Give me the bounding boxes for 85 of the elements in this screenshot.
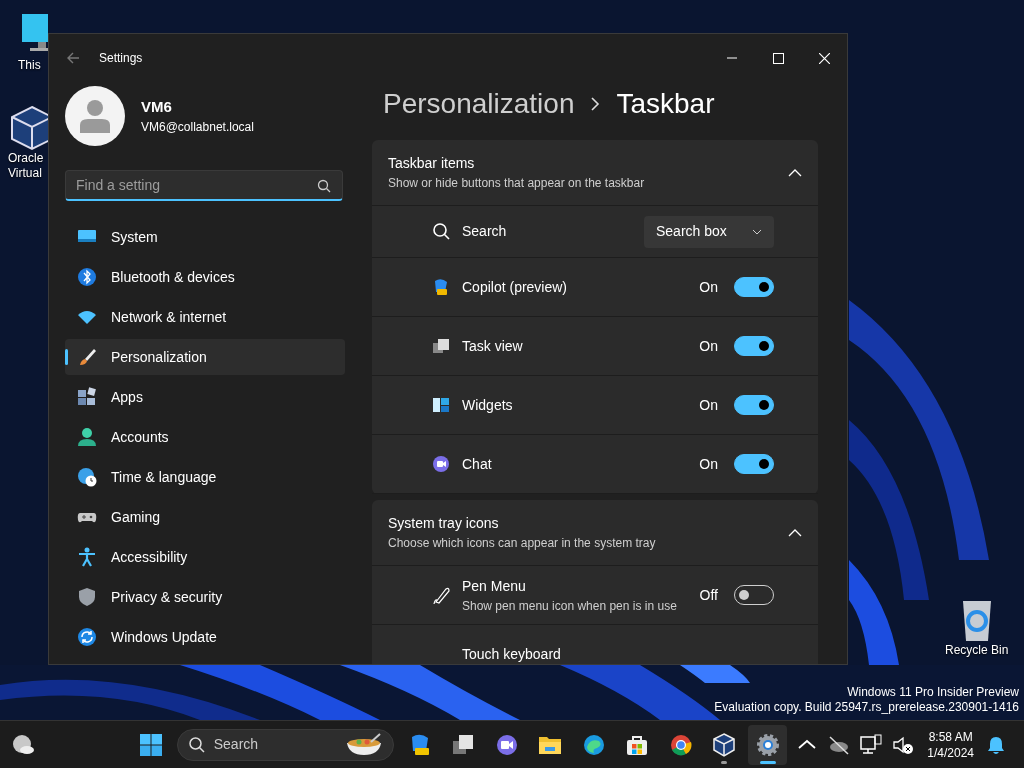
chat-icon [432,454,452,475]
page-title: Taskbar [616,87,715,121]
browser-icon [581,732,606,757]
toggle-state-text: Off [699,585,718,605]
clock[interactable]: 8:58 AM 1/4/2024 [927,728,975,761]
setting-label: Copilot (preview) [462,277,569,297]
user-email: VM6@collabnet.local [141,119,254,137]
clock-time: 8:58 AM [927,728,974,745]
clock-date: 1/4/2024 [927,744,975,761]
windows-logo-icon [139,732,163,757]
globe-clock-icon [77,467,97,487]
toggle-switch[interactable] [734,336,774,356]
bowl-icon [345,732,384,757]
network-icon[interactable] [859,732,884,757]
dropdown[interactable]: Search box [644,215,774,248]
setting-label: Task view [462,336,524,356]
nav-item[interactable]: Personalization [65,339,345,375]
back-icon[interactable] [65,50,81,66]
close-icon [818,52,830,64]
cube-icon [712,732,737,757]
bell-icon[interactable] [986,734,1007,755]
avatar [65,86,125,146]
caret-icon [752,227,762,236]
watermark-text: Evaluation copy. Build 25947.rs_prerelease.230901-1416 [714,700,1019,715]
nav-item[interactable]: Bluetooth & devices [65,259,345,295]
shield-icon [77,587,97,607]
breadcrumb-link[interactable]: Personalization [383,83,575,125]
nav-item[interactable]: Apps [65,379,345,415]
taskbar-app-button[interactable] [747,724,788,765]
collapse-chevron-icon[interactable] [788,527,802,538]
icon-label: Oracle [8,151,44,166]
bluetooth-icon [77,267,97,287]
task-view-icon [451,732,476,757]
toggle-switch[interactable] [734,454,774,474]
minimize-icon [727,57,737,59]
person-icon [77,427,97,447]
nav-item[interactable]: Privacy & security [65,579,345,615]
nav-item[interactable]: System [65,219,345,255]
setting-description: Show pen menu icon when pen is in use [462,597,678,615]
section-subtitle: Choose which icons can appear in the system tray [388,535,657,552]
setting-label: Pen Menu [462,576,527,596]
icon-label: Virtual [8,166,42,181]
cube-icon[interactable] [8,105,48,151]
nav-item[interactable]: Gaming [65,499,345,535]
toggle-state-text: On [699,454,718,474]
section-title: System tray icons [388,514,500,533]
search-icon [187,735,206,754]
toggle-state-text: On [699,336,718,356]
settings-search-field[interactable]: Find a setting [65,170,343,201]
running-indicator [759,760,776,764]
watermark-text: Windows 11 Pro Insider Preview [846,685,1019,700]
sync-icon [77,627,97,647]
taskbar-search-box[interactable]: Search [176,728,395,761]
gear-icon [755,732,780,757]
search-icon [317,179,331,193]
nav-item[interactable]: Time & language [65,459,345,495]
section-title: Taskbar items [388,154,476,173]
accessibility-icon [77,547,97,567]
nav-item[interactable]: Network & internet [65,299,345,335]
user-name: VM6 [141,96,173,117]
moon-cloud-icon [10,732,35,757]
nav-item[interactable]: Accessibility [65,539,345,575]
pen-icon [432,585,452,606]
grid-icon [77,387,97,407]
setting-label: Touch keyboard [462,644,562,664]
chat-icon [494,732,519,757]
setting-label: Chat [462,454,493,474]
toggle-state-text: On [699,277,718,297]
toggle-switch[interactable] [734,395,774,415]
toggle-switch[interactable] [734,277,774,297]
nav-item[interactable]: Windows Update [65,619,345,655]
chevron-icon [590,97,601,111]
setting-label: Search [462,222,508,241]
section-subtitle: Show or hide buttons that appear on the taskbar [388,175,646,192]
window-title: Settings [99,50,143,67]
nav-item[interactable]: Accounts [65,419,345,455]
icon-label: This [18,58,41,73]
maximize-icon [772,52,784,64]
search-placeholder: Search [213,735,260,754]
brush-icon [77,347,97,367]
chrome-icon [668,732,693,757]
collapse-chevron-icon[interactable] [788,167,802,178]
setting-label: Widgets [462,395,514,415]
toggle-state-text: On [699,395,718,415]
running-indicator [721,760,728,764]
